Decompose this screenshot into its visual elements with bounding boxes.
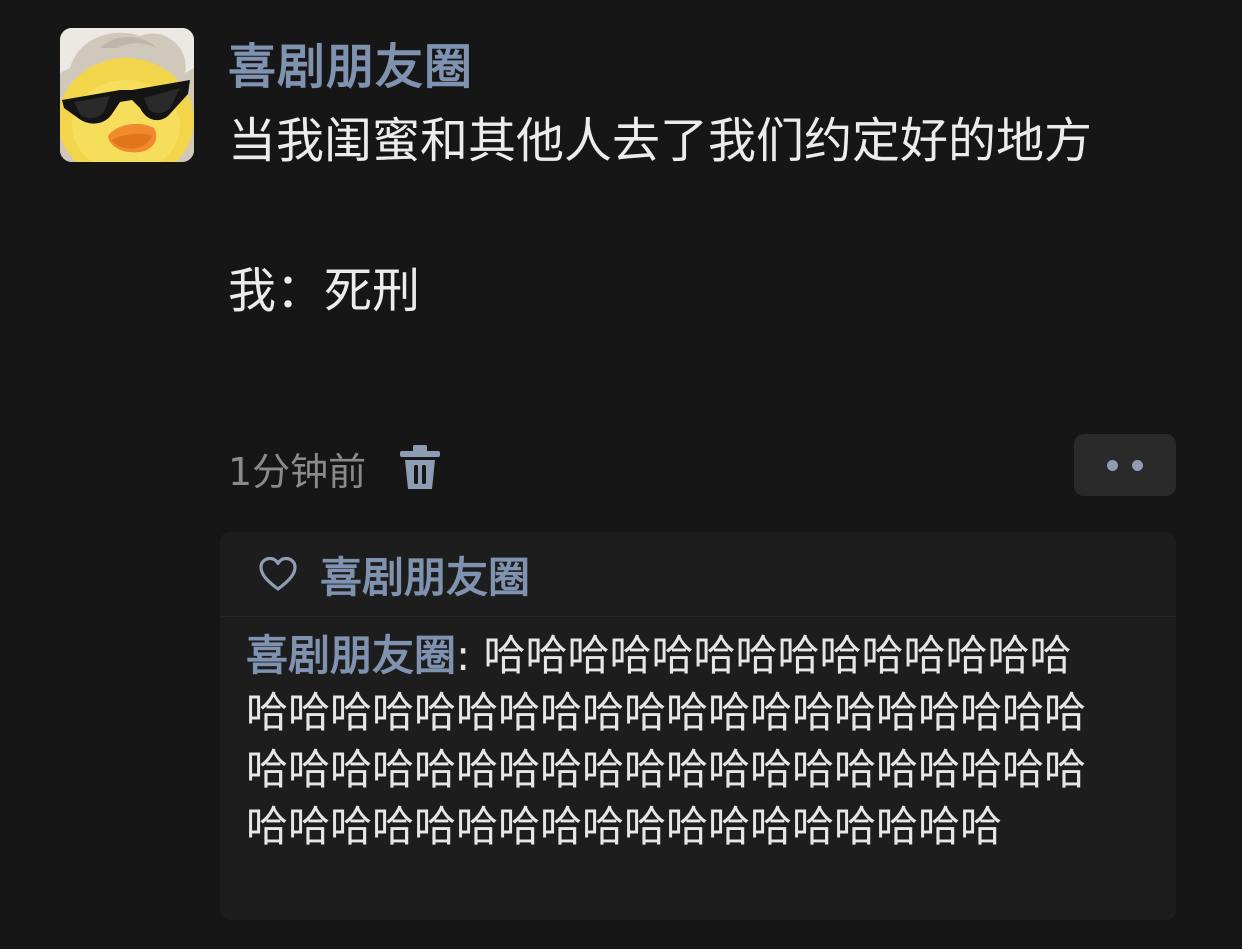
likes-row: 喜剧朋友圈	[220, 532, 1176, 617]
comment-author[interactable]: 喜剧朋友圈	[246, 631, 456, 680]
more-options-button[interactable]	[1074, 434, 1176, 496]
author-avatar[interactable]	[60, 28, 194, 162]
post-author-name[interactable]: 喜剧朋友圈	[228, 32, 1188, 102]
interaction-panel: 喜剧朋友圈 喜剧朋友圈: 哈哈哈哈哈哈哈哈哈哈哈哈哈哈哈哈哈哈哈哈哈哈哈哈哈哈哈…	[220, 532, 1176, 920]
like-user-name[interactable]: 喜剧朋友圈	[320, 544, 530, 605]
more-dots-icon	[1107, 459, 1118, 471]
heart-outline-icon	[258, 556, 298, 592]
more-dot	[1132, 459, 1143, 471]
post-text: 当我闺蜜和其他人去了我们约定好的地方 我：死刑	[228, 113, 1093, 319]
comment-item[interactable]: 喜剧朋友圈: 哈哈哈哈哈哈哈哈哈哈哈哈哈哈哈哈哈哈哈哈哈哈哈哈哈哈哈哈哈哈哈哈哈…	[220, 617, 1130, 855]
post-content: 喜剧朋友圈 当我闺蜜和其他人去了我们约定好的地方 我：死刑	[228, 28, 1188, 329]
post-timestamp: 1分钟前	[228, 449, 367, 494]
trash-icon[interactable]	[400, 445, 441, 491]
duck-with-sunglasses-avatar	[60, 28, 194, 162]
comment-separator: :	[456, 631, 484, 680]
post-meta: 1分钟前	[228, 436, 441, 500]
